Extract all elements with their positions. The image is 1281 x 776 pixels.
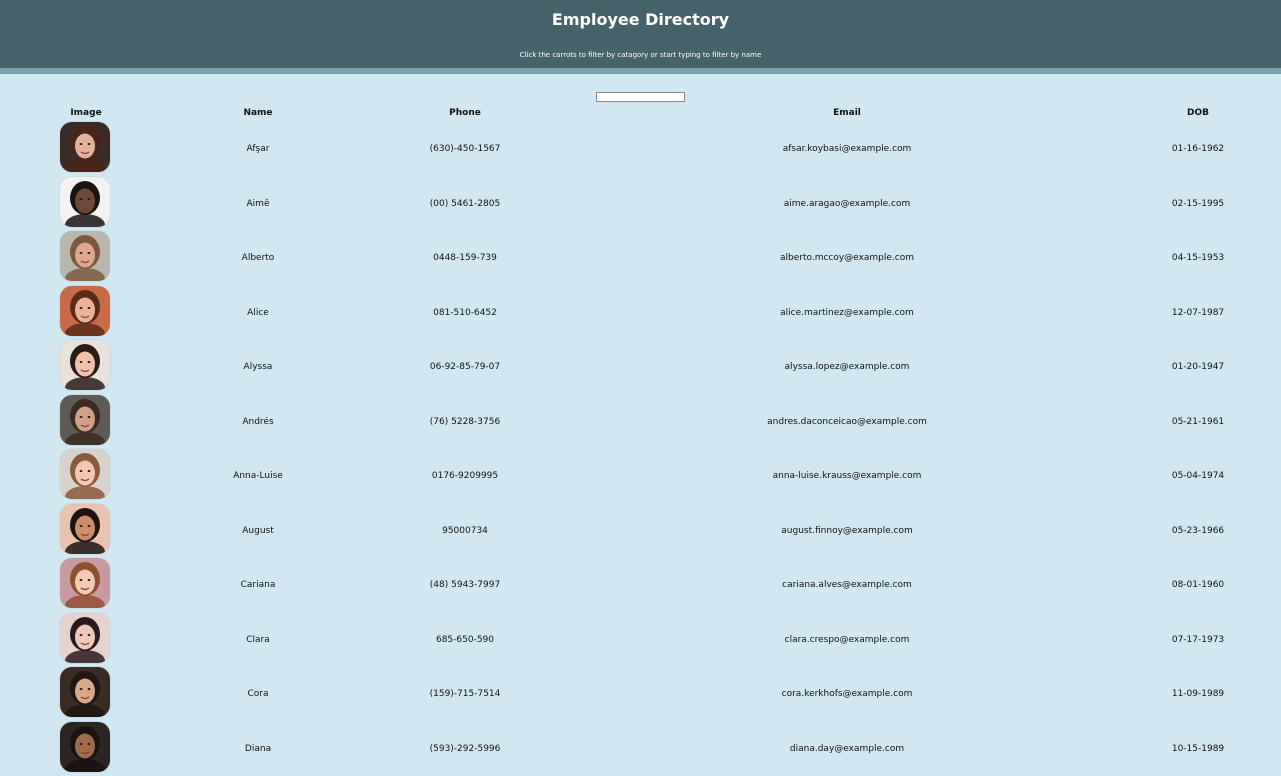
table-row: Cora (159)-715-7514 cora.kerkhofs@example.…: [0, 667, 1281, 722]
employee-avatar: [60, 395, 110, 445]
column-header-name[interactable]: Name: [243, 108, 272, 118]
employee-avatar: [60, 449, 110, 499]
employee-dob: 05-23-1966: [1172, 526, 1224, 536]
employee-avatar: [60, 286, 110, 336]
table-row: Andrés (76) 5228-3756 andres.daconceicao@e…: [0, 395, 1281, 450]
page-title: Employee Directory: [0, 10, 1281, 29]
employee-avatar: [60, 122, 110, 172]
table-row: Alice 081-510-6452 alice.martinez@example.…: [0, 286, 1281, 341]
employee-email: clara.crespo@example.com: [785, 635, 910, 645]
employee-email: alyssa.lopez@example.com: [785, 362, 910, 372]
employee-name: Clara: [246, 635, 270, 645]
column-header-email[interactable]: Email: [833, 108, 861, 118]
employee-avatar: [60, 340, 110, 390]
employee-email: afsar.koybasi@example.com: [783, 144, 912, 154]
employee-email: anna-luise.krauss@example.com: [773, 471, 922, 481]
employee-dob: 12-07-1987: [1172, 308, 1224, 318]
employee-email: andres.daconceicao@example.com: [767, 417, 927, 427]
employee-email: diana.day@example.com: [790, 744, 904, 754]
employee-avatar: [60, 722, 110, 772]
table-row: Clara 685-650-590 clara.crespo@example.com…: [0, 613, 1281, 668]
table-row: Anna-Luise 0176-9209995 anna-luise.krauss@…: [0, 449, 1281, 504]
employee-avatar: [60, 613, 110, 663]
page-header: Employee Directory Click the carrots to …: [0, 0, 1281, 74]
employee-name: Alice: [247, 308, 269, 318]
employee-dob: 05-04-1974: [1172, 471, 1224, 481]
search-input[interactable]: [596, 92, 685, 102]
employee-email: aime.aragao@example.com: [784, 199, 910, 209]
employee-email: august.finnoy@example.com: [781, 526, 912, 536]
table-row: Alyssa 06-92-85-79-07 alyssa.lopez@example…: [0, 340, 1281, 395]
employee-dob: 04-15-1953: [1172, 253, 1224, 263]
employee-name: Anna-Luise: [233, 471, 283, 481]
employee-phone: 685-650-590: [436, 635, 494, 645]
column-header-dob[interactable]: DOB: [1187, 108, 1209, 118]
employee-avatar: [60, 231, 110, 281]
employee-phone: (630)-450-1567: [430, 144, 501, 154]
employee-dob: 10-15-1989: [1172, 744, 1224, 754]
employee-avatar: [60, 558, 110, 608]
employee-phone: 06-92-85-79-07: [430, 362, 500, 372]
employee-dob: 07-17-1973: [1172, 635, 1224, 645]
employee-name: Alberto: [242, 253, 275, 263]
employee-email: cariana.alves@example.com: [782, 580, 912, 590]
page-subtitle: Click the carrots to filter by catagory …: [0, 51, 1281, 59]
employee-avatar: [60, 177, 110, 227]
employee-name: Diana: [245, 744, 271, 754]
employee-phone: 95000734: [442, 526, 488, 536]
table-row: Alberto 0448-159-739 alberto.mccoy@example…: [0, 231, 1281, 286]
search-container: [0, 83, 1281, 102]
employee-dob: 02-15-1995: [1172, 199, 1224, 209]
employee-email: cora.kerkhofs@example.com: [782, 689, 913, 699]
table-row: Diana (593)-292-5996 diana.day@example.com…: [0, 722, 1281, 776]
employee-phone: (593)-292-5996: [430, 744, 501, 754]
employee-dob: 11-09-1989: [1172, 689, 1224, 699]
employee-phone: (76) 5228-3756: [430, 417, 500, 427]
table-row: Cariana (48) 5943-7997 cariana.alves@examp…: [0, 558, 1281, 613]
table-row: August 95000734 august.finnoy@example.com 0…: [0, 504, 1281, 559]
employee-email: alice.martinez@example.com: [780, 308, 914, 318]
table-row: Afşar (630)-450-1567 afsar.koybasi@example…: [0, 122, 1281, 177]
employee-phone: 081-510-6452: [433, 308, 497, 318]
employee-email: alberto.mccoy@example.com: [780, 253, 914, 263]
employee-phone: 0176-9209995: [432, 471, 498, 481]
employee-phone: (159)-715-7514: [430, 689, 501, 699]
column-header-phone[interactable]: Phone: [449, 108, 481, 118]
employee-avatar: [60, 504, 110, 554]
employee-avatar: [60, 667, 110, 717]
table-row: Aimê (00) 5461-2805 aime.aragao@example.co…: [0, 177, 1281, 232]
employee-name: August: [242, 526, 274, 536]
employee-name: Afşar: [247, 144, 270, 154]
employee-name: Alyssa: [244, 362, 273, 372]
employee-dob: 01-16-1962: [1172, 144, 1224, 154]
column-header-image[interactable]: Image: [70, 108, 101, 118]
employee-phone: (48) 5943-7997: [430, 580, 500, 590]
employee-dob: 08-01-1960: [1172, 580, 1224, 590]
employee-dob: 05-21-1961: [1172, 417, 1224, 427]
employee-dob: 01-20-1947: [1172, 362, 1224, 372]
employee-table-body: Afşar (630)-450-1567 afsar.koybasi@example…: [0, 122, 1281, 776]
employee-name: Aimê: [247, 199, 270, 209]
employee-name: Cariana: [241, 580, 276, 590]
employee-name: Andrés: [242, 417, 273, 427]
employee-name: Cora: [247, 689, 268, 699]
employee-phone: 0448-159-739: [433, 253, 497, 263]
employee-phone: (00) 5461-2805: [430, 199, 500, 209]
